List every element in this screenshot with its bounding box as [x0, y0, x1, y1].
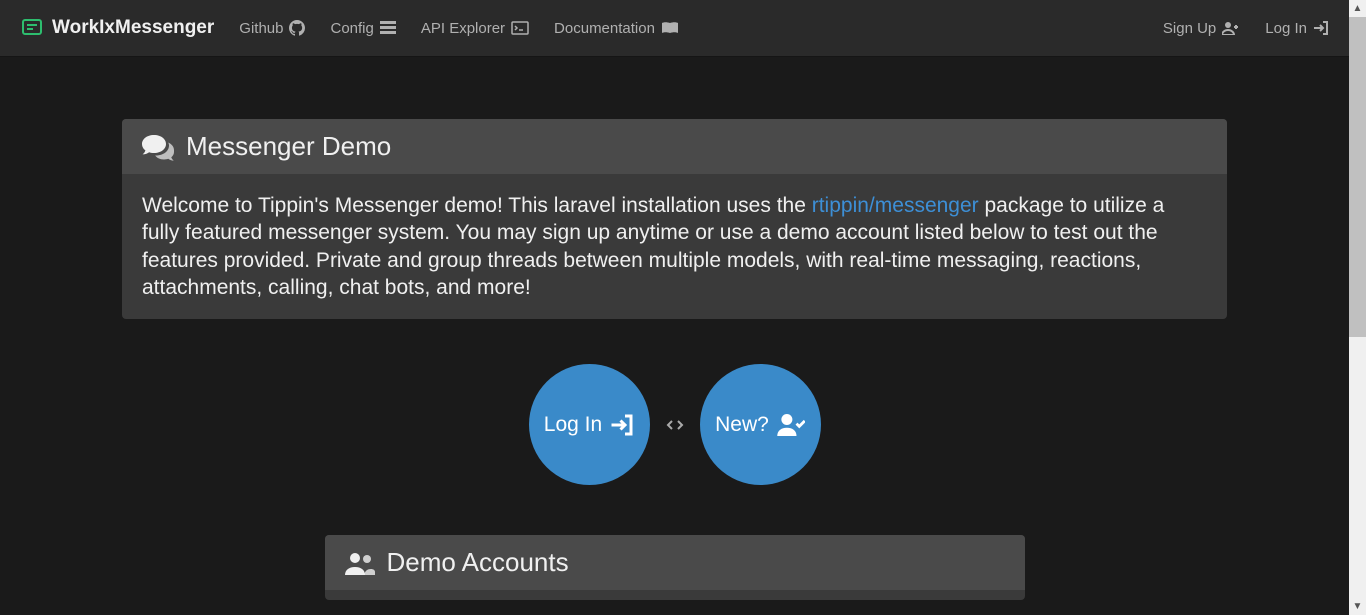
login-arrow-icon [610, 414, 634, 436]
scrollbar[interactable]: ▲ ▼ [1349, 0, 1366, 615]
login-icon [1313, 21, 1329, 35]
messenger-demo-title: Messenger Demo [186, 131, 391, 162]
new-button-label: New? [715, 413, 769, 437]
messenger-demo-card-header: Messenger Demo [122, 119, 1227, 174]
messenger-logo-icon [20, 16, 44, 40]
comments-icon [142, 133, 174, 161]
nav-right: Sign Up Log In [1163, 20, 1329, 37]
terminal-icon [511, 21, 529, 35]
nav-signup[interactable]: Sign Up [1163, 20, 1240, 37]
scroll-down-icon[interactable]: ▼ [1349, 598, 1366, 615]
demo-accounts-card: Demo Accounts [325, 535, 1025, 600]
messenger-demo-body: Welcome to Tippin's Messenger demo! This… [122, 174, 1227, 319]
nav-login-label: Log In [1265, 20, 1307, 37]
user-plus-icon [1222, 21, 1240, 35]
demo-accounts-title: Demo Accounts [387, 547, 569, 578]
demo-accounts-header: Demo Accounts [325, 535, 1025, 590]
new-button[interactable]: New? [700, 364, 821, 485]
book-icon [661, 21, 679, 35]
scroll-up-icon[interactable]: ▲ [1349, 0, 1366, 17]
rtippin-link[interactable]: rtippin/messenger [812, 194, 979, 217]
user-check-icon [777, 414, 805, 436]
messenger-demo-card: Messenger Demo Welcome to Tippin's Messe… [122, 119, 1227, 319]
action-buttons: Log In New? [122, 364, 1227, 485]
nav-documentation[interactable]: Documentation [554, 20, 679, 37]
scroll-thumb[interactable] [1349, 17, 1366, 337]
nav-config-label: Config [330, 20, 373, 37]
scroll-track[interactable] [1349, 17, 1366, 598]
nav-github[interactable]: Github [239, 20, 305, 37]
nav-github-label: Github [239, 20, 283, 37]
users-icon [345, 551, 375, 575]
github-icon [289, 20, 305, 36]
nav-api-explorer[interactable]: API Explorer [421, 20, 529, 37]
login-button-label: Log In [544, 413, 602, 437]
nav-login[interactable]: Log In [1265, 20, 1329, 37]
code-separator-icon [666, 419, 684, 431]
nav-api-explorer-label: API Explorer [421, 20, 505, 37]
nav-signup-label: Sign Up [1163, 20, 1216, 37]
brand-name: WorkIxMessenger [52, 17, 214, 39]
login-button[interactable]: Log In [529, 364, 650, 485]
nav-documentation-label: Documentation [554, 20, 655, 37]
navbar: WorkIxMessenger Github Config API Explor… [0, 0, 1349, 57]
nav-left: Github Config API Explorer Documentation [239, 20, 1163, 37]
demo-body-before: Welcome to Tippin's Messenger demo! This… [142, 194, 812, 217]
list-icon [380, 21, 396, 35]
brand[interactable]: WorkIxMessenger [20, 16, 214, 40]
nav-config[interactable]: Config [330, 20, 395, 37]
page-content: Messenger Demo Welcome to Tippin's Messe… [0, 57, 1349, 615]
